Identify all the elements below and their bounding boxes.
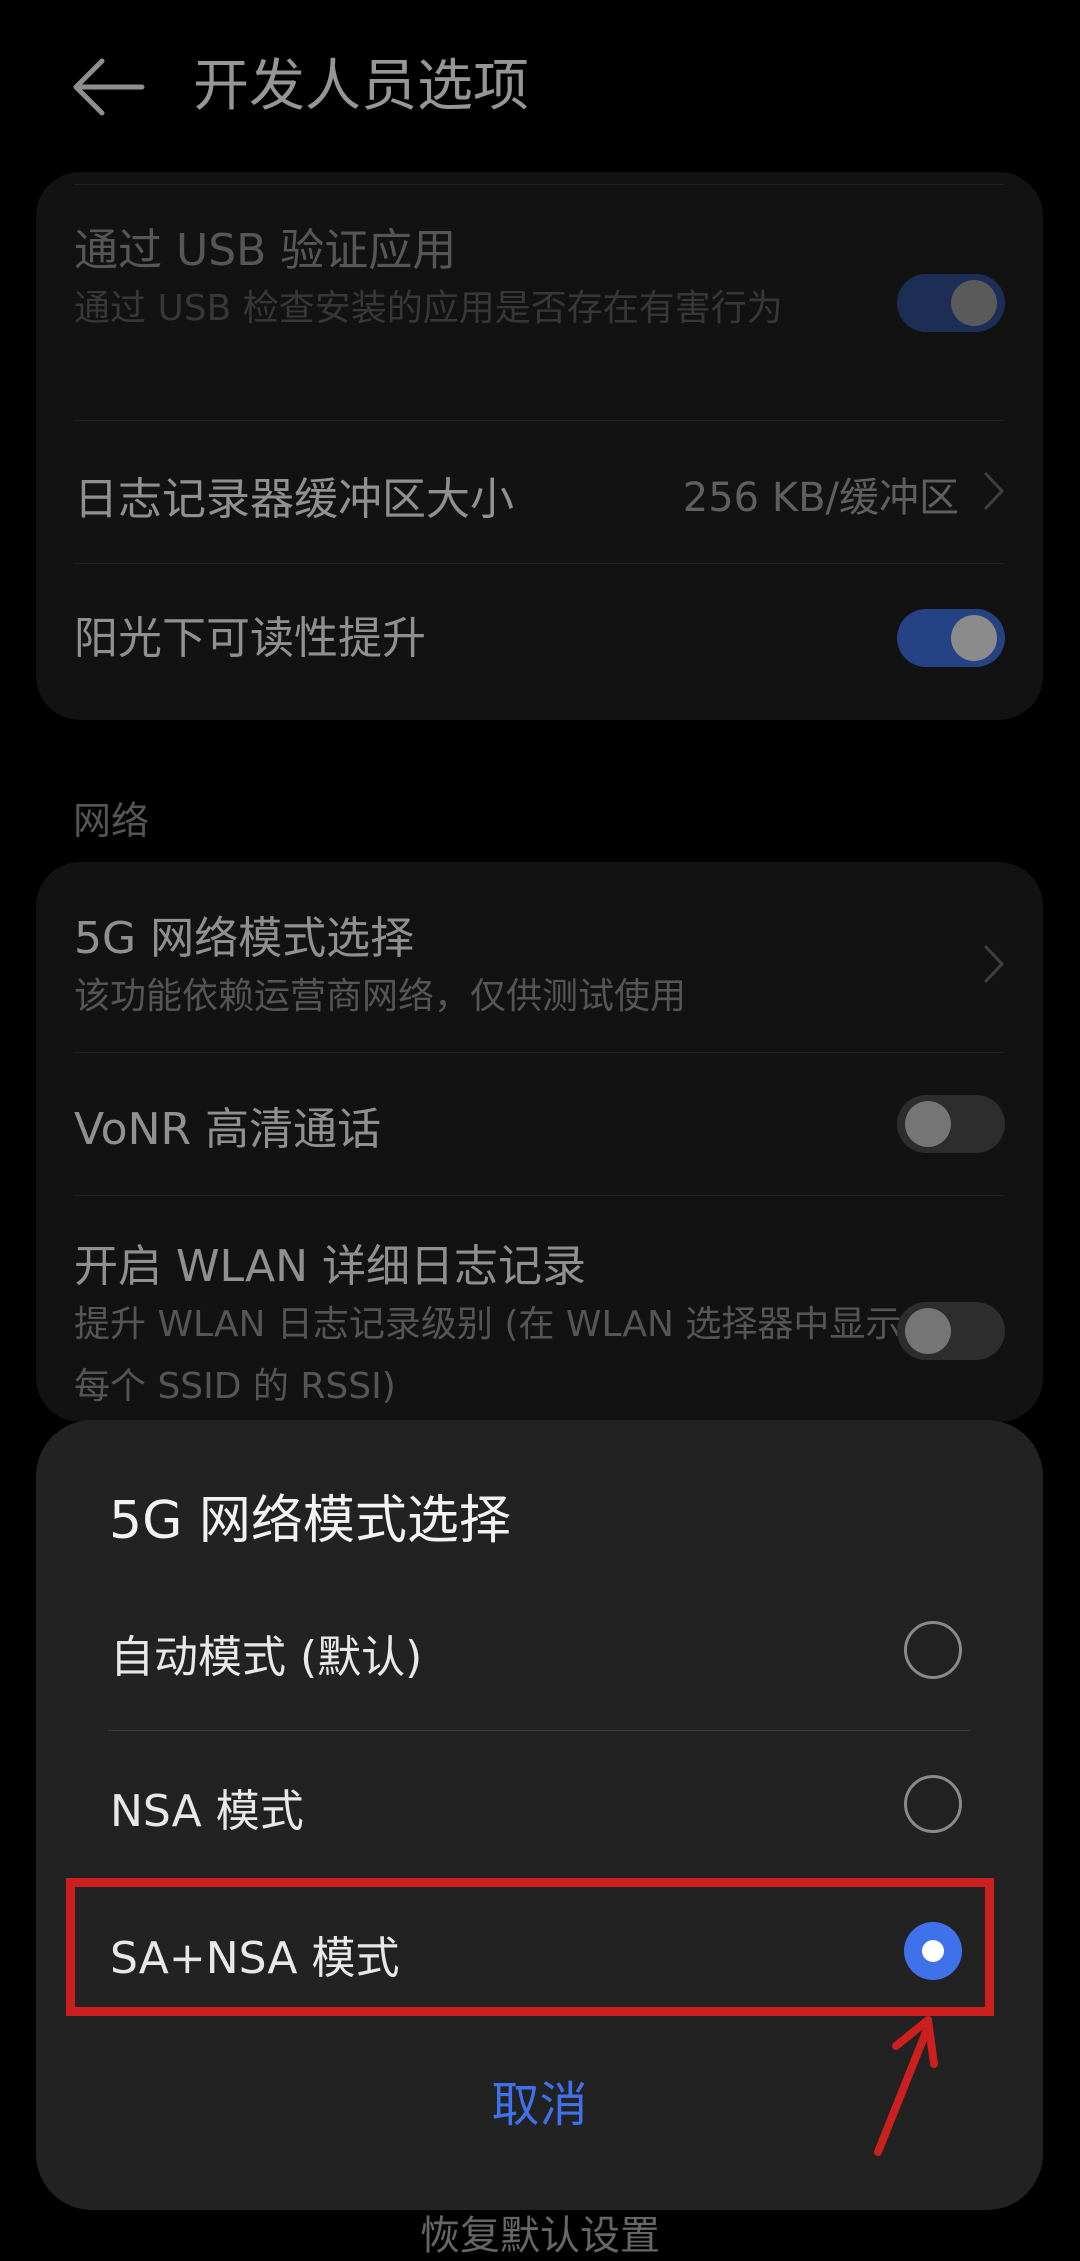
radio-button[interactable] bbox=[904, 1775, 962, 1833]
red-arrow-annotation bbox=[860, 2010, 950, 2160]
option-label: NSA 模式 bbox=[110, 1786, 304, 1837]
option-label: 自动模式 (默认) bbox=[110, 1632, 423, 1683]
restore-defaults-link[interactable]: 恢复默认设置 bbox=[0, 2203, 1080, 2261]
highlight-box-annotation bbox=[66, 1878, 994, 2016]
dialog-title: 5G 网络模式选择 bbox=[109, 1491, 511, 1551]
option-auto-mode[interactable]: 自动模式 (默认) bbox=[74, 1577, 1005, 1722]
option-nsa-mode[interactable]: NSA 模式 bbox=[74, 1731, 1005, 1876]
radio-button[interactable] bbox=[904, 1621, 962, 1679]
cancel-button[interactable]: 取消 bbox=[376, 2060, 703, 2150]
